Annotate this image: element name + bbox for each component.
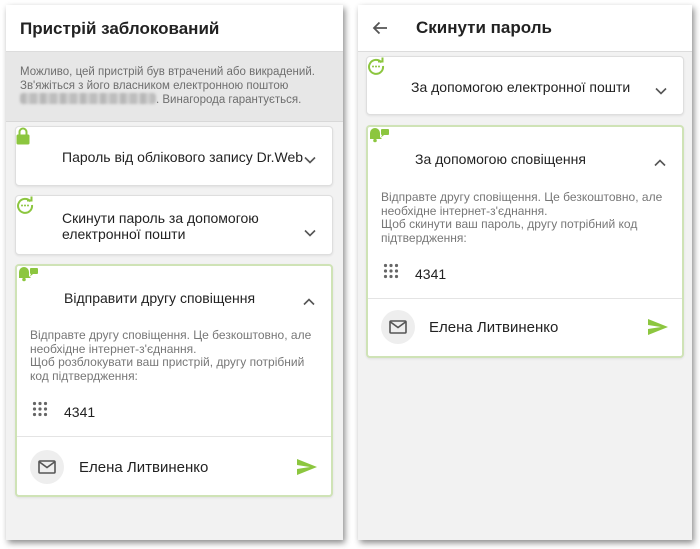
warning-line-1: Можливо, цей пристрій був втрачений або … bbox=[20, 66, 315, 78]
desc-line-2: необхідне інтернет-з'єднання. bbox=[30, 341, 197, 356]
card-header[interactable]: Відправити другу сповіщення bbox=[17, 266, 331, 326]
send-icon[interactable] bbox=[648, 319, 668, 340]
card-header[interactable]: За допомогою сповіщення bbox=[368, 127, 682, 187]
warning-line-3: . Винагорода гарантується. bbox=[20, 93, 329, 107]
warning-line-2: Зв'яжіться з його власником електронною … bbox=[20, 80, 289, 92]
mail-icon bbox=[381, 310, 415, 344]
divider bbox=[17, 436, 331, 437]
desc-line-4: підтвердження: bbox=[381, 230, 467, 245]
divider bbox=[368, 298, 682, 299]
chevron-up-icon[interactable] bbox=[654, 154, 666, 172]
reset-password-screen: Скинути пароль За допомогою електронної … bbox=[358, 5, 692, 540]
app-bar: Пристрій заблокований bbox=[6, 5, 343, 52]
chevron-up-icon[interactable] bbox=[303, 293, 315, 311]
contact-name: Елена Литвиненко bbox=[79, 458, 209, 476]
card-title: Пароль від облікового запису Dr.Web bbox=[62, 149, 304, 165]
contact-name: Елена Литвиненко bbox=[429, 318, 559, 336]
chevron-down-icon[interactable] bbox=[304, 151, 316, 169]
desc-line-1: Відправте другу сповіщення. Це безкоштов… bbox=[30, 328, 312, 342]
lock-icon bbox=[16, 127, 30, 149]
back-arrow-icon[interactable] bbox=[358, 5, 402, 52]
chevron-down-icon[interactable] bbox=[655, 82, 667, 100]
desc-line-2: необхідне інтернет-з'єднання. bbox=[381, 203, 548, 218]
send-icon[interactable] bbox=[297, 459, 317, 480]
chevron-down-icon[interactable] bbox=[304, 224, 316, 242]
contact-row[interactable]: Елена Литвиненко bbox=[30, 450, 208, 484]
card-title: За допомогою сповіщення bbox=[415, 151, 586, 167]
reset-refresh-icon bbox=[367, 57, 385, 79]
blurred-email bbox=[20, 93, 156, 104]
page-title: Скинути пароль bbox=[416, 18, 552, 37]
card-via-notification: За допомогою сповіщення Відправте другу … bbox=[366, 125, 684, 358]
notification-description: Відправте другу сповіщення. Це безкоштов… bbox=[30, 328, 312, 383]
card-send-notification: Відправити другу сповіщення Відправте др… bbox=[15, 264, 333, 497]
card-title-line-2: електронної пошти bbox=[62, 226, 186, 242]
confirmation-code: 4341 bbox=[64, 403, 96, 420]
card-reset-email[interactable]: За допомогою електронної пошти bbox=[366, 56, 684, 115]
device-locked-screen: Пристрій заблокований Можливо, цей прист… bbox=[6, 5, 343, 540]
card-title: Відправити другу сповіщення bbox=[64, 290, 256, 306]
dialpad-icon bbox=[383, 263, 399, 284]
confirmation-code-row: 4341 bbox=[32, 401, 95, 422]
desc-line-3: Щоб скинути ваш пароль, другу потрібний … bbox=[381, 217, 638, 231]
desc-line-1: Відправте другу сповіщення. Це безкоштов… bbox=[381, 190, 663, 204]
page-title: Пристрій заблокований bbox=[20, 19, 220, 38]
app-bar: Скинути пароль bbox=[358, 5, 692, 52]
notification-description: Відправте другу сповіщення. Це безкоштов… bbox=[381, 190, 663, 245]
card-account-password[interactable]: Пароль від облікового запису Dr.Web bbox=[15, 126, 333, 186]
mail-icon bbox=[30, 450, 64, 484]
desc-line-3: Щоб розблокувати ваш пристрій, другу пот… bbox=[30, 355, 305, 369]
contact-row[interactable]: Елена Литвиненко bbox=[381, 310, 558, 344]
lost-device-warning: Можливо, цей пристрій був втрачений або … bbox=[6, 52, 343, 122]
notification-bell-icon bbox=[368, 128, 390, 147]
confirmation-code-row: 4341 bbox=[383, 263, 446, 284]
reset-refresh-icon bbox=[16, 196, 34, 218]
dialpad-icon bbox=[32, 401, 48, 422]
card-reset-email[interactable]: Скинути пароль за допомогою електронної … bbox=[15, 195, 333, 255]
card-title-line-1: Скинути пароль за допомогою bbox=[62, 210, 259, 226]
notification-bell-icon bbox=[17, 267, 39, 286]
warning-line-3-suffix: . Винагорода гарантується. bbox=[156, 94, 302, 106]
confirmation-code: 4341 bbox=[415, 265, 447, 282]
desc-line-4: код підтвердження: bbox=[30, 368, 138, 383]
card-title: За допомогою електронної пошти bbox=[411, 79, 631, 95]
